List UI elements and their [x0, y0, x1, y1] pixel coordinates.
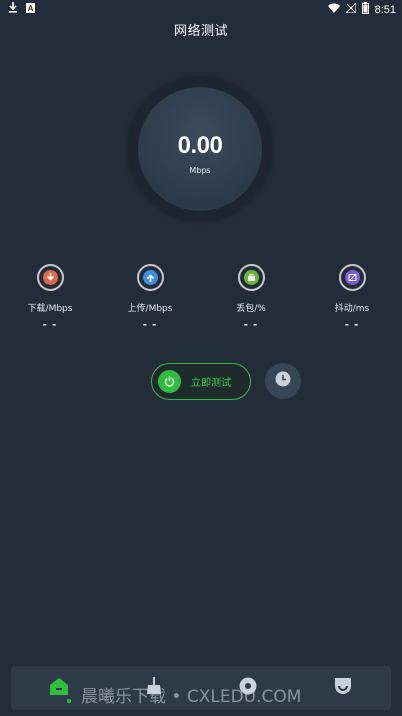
speed-value: 0.00	[177, 132, 223, 159]
upload-value: - -	[142, 317, 158, 331]
status-bar: A 8:51	[0, 0, 402, 18]
svg-text:A: A	[28, 4, 34, 13]
history-button[interactable]	[265, 363, 301, 399]
status-right: 8:51	[327, 1, 396, 17]
upload-label: 上传/Mbps	[127, 304, 173, 314]
speed-gauge-dial: 0.00 Mbps	[138, 87, 262, 211]
download-label: 下载/Mbps	[27, 304, 73, 314]
nav-home[interactable]	[47, 676, 71, 700]
wifi-icon	[327, 3, 340, 16]
upload-metric-icon	[136, 264, 164, 291]
nav-security[interactable]	[331, 676, 355, 700]
home-icon	[50, 677, 68, 699]
packet-loss-value: - -	[243, 317, 259, 331]
jitter-label: 抖动/ms	[334, 304, 370, 314]
power-icon	[158, 370, 181, 393]
metric-upload: 上传/Mbps - -	[110, 264, 190, 331]
status-time: 8:51	[374, 3, 396, 16]
active-indicator	[67, 699, 71, 703]
clock-icon	[275, 371, 291, 391]
no-signal-icon	[344, 1, 357, 16]
download-icon	[8, 2, 18, 16]
start-test-button[interactable]: 立即测试	[151, 363, 251, 400]
jitter-metric-icon	[338, 264, 366, 291]
battery-icon	[361, 2, 369, 17]
status-left: A	[8, 2, 35, 16]
jitter-value: - -	[344, 317, 360, 331]
watermark-text: 晨曦乐下载 • CXLEDU.COM	[81, 687, 302, 707]
shield-icon	[334, 677, 352, 699]
download-value: - -	[42, 317, 58, 331]
packet-loss-label: 丢包/%	[236, 304, 266, 314]
page-title: 网络测试	[173, 24, 228, 39]
metric-jitter: 抖动/ms - -	[312, 264, 392, 331]
packet-loss-metric-icon	[237, 264, 265, 291]
speed-gauge: 0.00 Mbps	[128, 77, 272, 221]
download-metric-icon	[36, 264, 64, 291]
metric-packet-loss: 丢包/% - -	[211, 264, 291, 331]
metric-download: 下载/Mbps - -	[10, 264, 90, 331]
start-test-label: 立即测试	[191, 378, 231, 389]
text-a-icon: A	[26, 2, 35, 16]
speed-unit: Mbps	[189, 166, 211, 175]
